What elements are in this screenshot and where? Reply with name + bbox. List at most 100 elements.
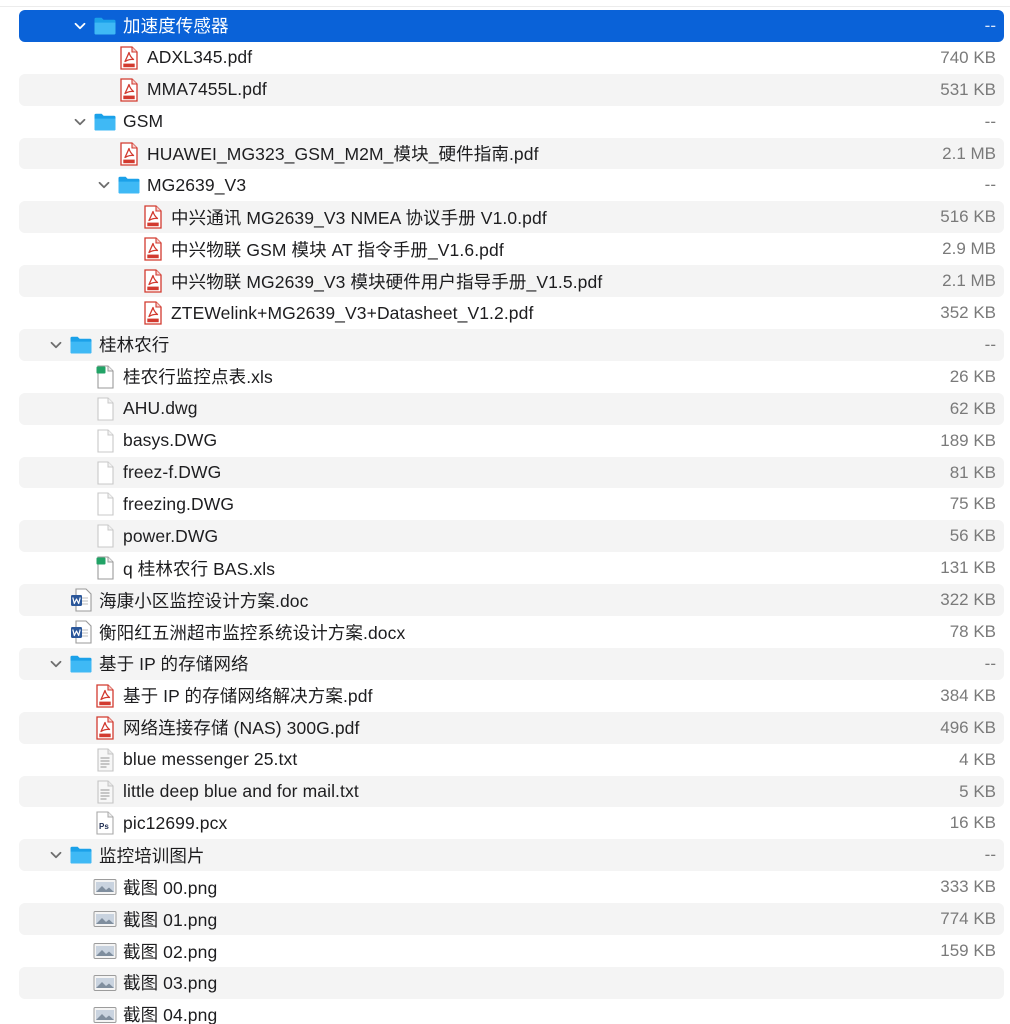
row-wrapper: 基于 IP 的存储网络解决方案.pdf 384 KB (0, 680, 1010, 712)
file-size: 56 KB (949, 526, 996, 546)
pdf-file-icon (117, 46, 141, 70)
file-row[interactable]: 衡阳红五洲超市监控系统设计方案.docx 78 KB (19, 616, 1004, 648)
image-file-icon (93, 1003, 117, 1024)
text-file-icon (93, 748, 117, 772)
chevron-down-icon[interactable] (73, 115, 87, 129)
file-row[interactable]: 桂农行监控点表.xls 26 KB (19, 361, 1004, 393)
spreadsheet-file-icon (93, 365, 117, 389)
file-row[interactable]: q 桂林农行 BAS.xls 131 KB (19, 552, 1004, 584)
file-name: MG2639_V3 (147, 174, 247, 195)
file-row[interactable]: 中兴物联 GSM 模块 AT 指令手册_V1.6.pdf 2.9 MB (19, 233, 1004, 265)
file-name: ADXL345.pdf (147, 47, 253, 68)
file-size: 740 KB (940, 47, 996, 67)
folder-row[interactable]: 桂林农行 -- (19, 329, 1004, 361)
file-row[interactable]: 截图 02.png 159 KB (19, 935, 1004, 967)
file-name: 中兴物联 MG2639_V3 模块硬件用户指导手册_V1.5.pdf (171, 271, 603, 292)
file-size: 2.9 MB (942, 239, 996, 259)
file-name: 截图 03.png (123, 973, 218, 994)
file-row[interactable]: 截图 03.png (19, 967, 1004, 999)
file-size: 352 KB (940, 303, 996, 323)
file-size: 159 KB (940, 941, 996, 961)
folder-row[interactable]: 监控培训图片 -- (19, 839, 1004, 872)
row-wrapper: blue messenger 25.txt 4 KB (0, 744, 1010, 776)
file-size: 62 KB (949, 398, 996, 418)
row-wrapper: Ps pic12699.pcx 16 KB (0, 808, 1010, 840)
file-name: 基于 IP 的存储网络 (99, 654, 249, 675)
image-file-icon (93, 971, 117, 995)
file-row[interactable]: 网络连接存储 (NAS) 300G.pdf 496 KB (19, 711, 1004, 744)
file-name: HUAWEI_MG323_GSM_M2M_模块_硬件指南.pdf (147, 144, 539, 165)
folder-icon (69, 333, 93, 357)
chevron-down-icon[interactable] (73, 19, 87, 33)
file-name: 截图 04.png (123, 1005, 218, 1024)
row-wrapper: MMA7455L.pdf 531 KB (0, 73, 1010, 106)
word-document-icon (69, 588, 93, 612)
file-row[interactable]: freezing.DWG 75 KB (19, 489, 1004, 521)
file-name: 监控培训图片 (99, 845, 205, 866)
file-size: 384 KB (940, 685, 996, 705)
file-name: freez-f.DWG (123, 462, 222, 483)
file-row[interactable]: ADXL345.pdf 740 KB (19, 42, 1004, 74)
folder-row[interactable]: 基于 IP 的存储网络 -- (19, 648, 1004, 680)
file-row[interactable]: 基于 IP 的存储网络解决方案.pdf 384 KB (19, 680, 1004, 712)
file-size: 4 KB (959, 749, 996, 769)
row-wrapper: HUAWEI_MG323_GSM_M2M_模块_硬件指南.pdf 2.1 MB (0, 137, 1010, 170)
file-size: -- (984, 653, 996, 673)
file-name: 截图 01.png (123, 909, 218, 930)
pdf-file-icon (117, 141, 141, 166)
image-file-icon (93, 907, 117, 931)
file-name: 加速度传感器 (123, 16, 229, 37)
file-name: 中兴物联 GSM 模块 AT 指令手册_V1.6.pdf (171, 239, 504, 260)
file-name: ZTEWelink+MG2639_V3+Datasheet_V1.2.pdf (171, 302, 534, 323)
file-row[interactable]: freez-f.DWG 81 KB (19, 456, 1004, 489)
file-name: 海康小区监控设计方案.doc (99, 590, 309, 611)
file-size: 322 KB (940, 590, 996, 610)
chevron-down-icon[interactable] (49, 848, 63, 862)
file-name: blue messenger 25.txt (123, 749, 298, 770)
row-wrapper: q 桂林农行 BAS.xls 131 KB (0, 552, 1010, 584)
photoshop-file-icon: Ps (93, 811, 117, 835)
row-wrapper: little deep blue and for mail.txt 5 KB (0, 775, 1010, 808)
file-row[interactable]: AHU.dwg 62 KB (19, 392, 1004, 425)
row-wrapper: power.DWG 56 KB (0, 520, 1010, 553)
pdf-file-icon (93, 716, 117, 740)
file-row[interactable]: 截图 04.png (19, 999, 1004, 1024)
folder-row[interactable]: GSM -- (19, 106, 1004, 138)
file-name: AHU.dwg (123, 398, 198, 419)
row-wrapper: GSM -- (0, 106, 1010, 138)
file-name: basys.DWG (123, 430, 218, 451)
file-row[interactable]: Ps pic12699.pcx 16 KB (19, 808, 1004, 840)
file-size: 496 KB (940, 717, 996, 737)
file-name: q 桂林农行 BAS.xls (123, 558, 276, 579)
folder-icon (69, 652, 93, 676)
row-wrapper: 截图 01.png 774 KB (0, 903, 1010, 936)
file-row[interactable]: ZTEWelink+MG2639_V3+Datasheet_V1.2.pdf 35… (19, 297, 1004, 329)
file-row[interactable]: blue messenger 25.txt 4 KB (19, 744, 1004, 776)
folder-row[interactable]: MG2639_V3 -- (19, 170, 1004, 202)
folder-icon (117, 173, 141, 197)
file-name: 截图 00.png (123, 877, 218, 898)
folder-icon (93, 110, 117, 134)
file-name: 桂农行监控点表.xls (123, 367, 273, 388)
file-row[interactable]: basys.DWG 189 KB (19, 425, 1004, 457)
file-name: 衡阳红五洲超市监控系统设计方案.docx (99, 622, 406, 643)
file-row[interactable]: 截图 01.png 774 KB (19, 903, 1004, 936)
row-wrapper: 截图 02.png 159 KB (0, 935, 1010, 967)
file-row[interactable]: 海康小区监控设计方案.doc 322 KB (19, 584, 1004, 617)
chevron-down-icon[interactable] (49, 338, 63, 352)
chevron-down-icon[interactable] (97, 178, 111, 192)
chevron-down-icon[interactable] (49, 657, 63, 671)
file-row[interactable]: 中兴物联 MG2639_V3 模块硬件用户指导手册_V1.5.pdf 2.1 MB (19, 265, 1004, 298)
file-row[interactable]: 截图 00.png 333 KB (19, 871, 1004, 903)
file-row[interactable]: 中兴通讯 MG2639_V3 NMEA 协议手册 V1.0.pdf 516 KB (19, 201, 1004, 234)
file-row[interactable]: power.DWG 56 KB (19, 520, 1004, 553)
file-row[interactable]: little deep blue and for mail.txt 5 KB (19, 775, 1004, 808)
file-name: 网络连接存储 (NAS) 300G.pdf (123, 718, 360, 739)
file-row[interactable]: MMA7455L.pdf 531 KB (19, 73, 1004, 106)
file-row[interactable]: HUAWEI_MG323_GSM_M2M_模块_硬件指南.pdf 2.1 MB (19, 137, 1004, 170)
folder-row[interactable]: 加速度传感器 -- (19, 10, 1004, 42)
blank-file-icon (93, 397, 117, 421)
pdf-file-icon (93, 684, 117, 708)
image-file-icon (93, 939, 117, 963)
row-wrapper: basys.DWG 189 KB (0, 425, 1010, 457)
